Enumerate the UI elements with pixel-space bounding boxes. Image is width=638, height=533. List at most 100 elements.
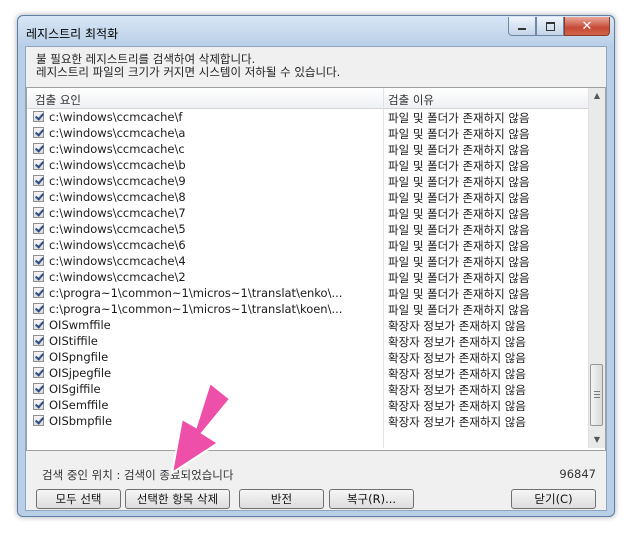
vertical-scrollbar[interactable]: ▲ ▼ (588, 88, 605, 448)
list-row[interactable]: c:\windows\ccmcache\6 파일 및 폴더가 존재하지 않음 (27, 237, 589, 253)
row-checkbox[interactable] (33, 367, 44, 378)
row-checkbox[interactable] (33, 303, 44, 314)
row-reason: c:\windows\ccmcache\a (49, 126, 186, 140)
list-row[interactable]: c:\windows\ccmcache\9 파일 및 폴더가 존재하지 않음 (27, 173, 589, 189)
list-row[interactable]: OISgiffile 확장자 정보가 존재하지 않음 (27, 381, 589, 397)
row-checkbox[interactable] (33, 383, 44, 394)
row-cause: 파일 및 폴더가 존재하지 않음 (388, 159, 530, 173)
list-row[interactable]: OISjpegfile 확장자 정보가 존재하지 않음 (27, 365, 589, 381)
list-row[interactable]: OIStiffile 확장자 정보가 존재하지 않음 (27, 333, 589, 349)
registry-optimizer-window: 레지스트리 최적화 ✕ 불 필요한 레지스트리를 검색하여 삭제합니다. 레지스… (17, 15, 615, 517)
row-checkbox[interactable] (33, 351, 44, 362)
list-row[interactable]: c:\windows\ccmcache\5 파일 및 폴더가 존재하지 않음 (27, 221, 589, 237)
row-reason: OISwmffile (49, 318, 111, 332)
list-row[interactable]: OISbmpfile 확장자 정보가 존재하지 않음 (27, 413, 589, 429)
list-row[interactable]: c:\progra~1\common~1\micros~1\translat\k… (27, 301, 589, 317)
row-reason: c:\progra~1\common~1\micros~1\translat\e… (49, 286, 343, 300)
row-reason: c:\windows\ccmcache\6 (49, 238, 186, 252)
row-cause: 파일 및 폴더가 존재하지 않음 (388, 223, 530, 237)
row-reason: c:\windows\ccmcache\2 (49, 270, 186, 284)
row-reason: OIStiffile (49, 334, 98, 348)
close-window-button[interactable]: ✕ (564, 17, 610, 36)
minimize-button[interactable] (508, 17, 536, 36)
list-row[interactable]: c:\windows\ccmcache\f 파일 및 폴더가 존재하지 않음 (27, 109, 589, 125)
invert-selection-button[interactable]: 반전 (239, 489, 324, 509)
dialog-client-area: 불 필요한 레지스트리를 검색하여 삭제합니다. 레지스트리 파일의 크기가 커… (25, 46, 607, 511)
row-checkbox[interactable] (33, 143, 44, 154)
delete-selected-button[interactable]: 선택한 항목 삭제 (125, 489, 230, 509)
row-checkbox[interactable] (33, 175, 44, 186)
row-checkbox[interactable] (33, 255, 44, 266)
row-checkbox[interactable] (33, 127, 44, 138)
minimize-icon (518, 28, 526, 30)
close-icon: ✕ (581, 18, 593, 34)
list-row[interactable]: c:\progra~1\common~1\micros~1\translat\e… (27, 285, 589, 301)
row-reason: c:\windows\ccmcache\7 (49, 206, 186, 220)
results-list[interactable]: 검출 요인 검출 이유 c:\windows\ccmcache\f 파일 및 폴더… (26, 87, 606, 451)
list-rows: c:\windows\ccmcache\f 파일 및 폴더가 존재하지 않음 c:\… (27, 109, 589, 429)
list-row[interactable]: OISwmffile 확장자 정보가 존재하지 않음 (27, 317, 589, 333)
column-header-cause[interactable]: 검출 이유 (388, 92, 434, 108)
row-reason: c:\windows\ccmcache\5 (49, 222, 186, 236)
row-cause: 파일 및 폴더가 존재하지 않음 (388, 175, 530, 189)
list-row[interactable]: c:\windows\ccmcache\a 파일 및 폴더가 존재하지 않음 (27, 125, 589, 141)
list-row[interactable]: c:\windows\ccmcache\b 파일 및 폴더가 존재하지 않음 (27, 157, 589, 173)
row-reason: c:\windows\ccmcache\8 (49, 190, 186, 204)
row-cause: 확장자 정보가 존재하지 않음 (388, 335, 526, 349)
row-checkbox[interactable] (33, 335, 44, 346)
window-controls: ✕ (508, 17, 610, 36)
row-reason: c:\windows\ccmcache\b (49, 158, 186, 172)
restore-button[interactable]: 복구(R)... (329, 489, 414, 509)
row-cause: 파일 및 폴더가 존재하지 않음 (388, 111, 530, 125)
scroll-down-icon[interactable]: ▼ (589, 432, 605, 448)
list-row[interactable]: c:\windows\ccmcache\8 파일 및 폴더가 존재하지 않음 (27, 189, 589, 205)
list-header: 검출 요인 검출 이유 (27, 88, 589, 109)
window-title: 레지스트리 최적화 (26, 27, 119, 41)
column-header-reason[interactable]: 검출 요인 (35, 92, 81, 108)
row-reason: OISjpegfile (49, 366, 112, 380)
row-cause: 파일 및 폴더가 존재하지 않음 (388, 271, 530, 285)
row-cause: 파일 및 폴더가 존재하지 않음 (388, 191, 530, 205)
list-row[interactable]: c:\windows\ccmcache\7 파일 및 폴더가 존재하지 않음 (27, 205, 589, 221)
row-reason: c:\windows\ccmcache\9 (49, 174, 186, 188)
row-reason: c:\windows\ccmcache\f (49, 110, 183, 124)
row-reason: c:\windows\ccmcache\4 (49, 254, 186, 268)
select-all-button[interactable]: 모두 선택 (36, 489, 121, 509)
title-bar[interactable]: 레지스트리 최적화 ✕ (18, 16, 614, 46)
row-reason: OISpngfile (49, 350, 109, 364)
row-checkbox[interactable] (33, 415, 44, 426)
row-cause: 파일 및 폴더가 존재하지 않음 (388, 303, 530, 317)
row-reason: c:\windows\ccmcache\c (49, 142, 185, 156)
row-checkbox[interactable] (33, 399, 44, 410)
row-checkbox[interactable] (33, 111, 44, 122)
row-cause: 확장자 정보가 존재하지 않음 (388, 351, 526, 365)
row-cause: 확장자 정보가 존재하지 않음 (388, 367, 526, 381)
row-checkbox[interactable] (33, 191, 44, 202)
list-row[interactable]: OISemffile 확장자 정보가 존재하지 않음 (27, 397, 589, 413)
row-cause: 확장자 정보가 존재하지 않음 (388, 383, 526, 397)
row-checkbox[interactable] (33, 223, 44, 234)
scroll-thumb[interactable] (590, 364, 603, 426)
row-cause: 파일 및 폴더가 존재하지 않음 (388, 239, 530, 253)
maximize-button[interactable] (536, 17, 564, 36)
list-row[interactable]: c:\windows\ccmcache\2 파일 및 폴더가 존재하지 않음 (27, 269, 589, 285)
list-row[interactable]: c:\windows\ccmcache\4 파일 및 폴더가 존재하지 않음 (27, 253, 589, 269)
row-checkbox[interactable] (33, 207, 44, 218)
row-checkbox[interactable] (33, 159, 44, 170)
description-line-2: 레지스트리 파일의 크기가 커지면 시스템이 저하될 수 있습니다. (36, 65, 341, 79)
row-cause: 파일 및 폴더가 존재하지 않음 (388, 207, 530, 221)
maximize-icon (545, 21, 555, 31)
row-cause: 확장자 정보가 존재하지 않음 (388, 319, 526, 333)
list-row[interactable]: c:\windows\ccmcache\c 파일 및 폴더가 존재하지 않음 (27, 141, 589, 157)
row-checkbox[interactable] (33, 239, 44, 250)
row-cause: 파일 및 폴더가 존재하지 않음 (388, 255, 530, 269)
row-cause: 파일 및 폴더가 존재하지 않음 (388, 287, 530, 301)
row-checkbox[interactable] (33, 319, 44, 330)
row-reason: c:\progra~1\common~1\micros~1\translat\k… (49, 302, 343, 316)
list-row[interactable]: OISpngfile 확장자 정보가 존재하지 않음 (27, 349, 589, 365)
close-button[interactable]: 닫기(C) (511, 489, 596, 509)
row-checkbox[interactable] (33, 287, 44, 298)
scroll-up-icon[interactable]: ▲ (589, 88, 605, 104)
row-checkbox[interactable] (33, 271, 44, 282)
row-cause: 파일 및 폴더가 존재하지 않음 (388, 143, 530, 157)
